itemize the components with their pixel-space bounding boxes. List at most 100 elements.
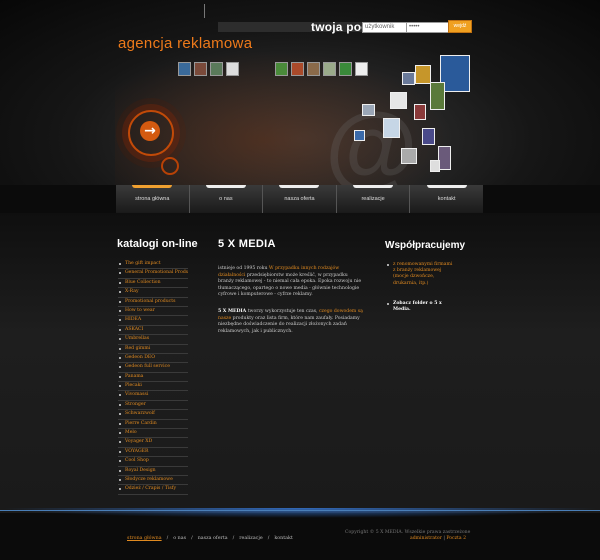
catalog-item[interactable]: Melo [118, 429, 188, 439]
header-banner: twoja poczta użytkownik ••••• wejdź agen… [0, 0, 600, 185]
thumbnail-strip-left [178, 62, 239, 76]
nav-item-contact[interactable]: kontakt [410, 185, 483, 218]
nav-label: strona główna [135, 196, 170, 202]
catalog-item[interactable]: How to wear [118, 307, 188, 317]
mail-link[interactable]: Poczta 2 [446, 536, 466, 541]
intro-paragraph: istnieje od 1995 roku W przypadku innych… [218, 266, 363, 299]
nav-indicator [205, 185, 246, 188]
catalog-item[interactable]: Gedeon full service [118, 363, 188, 373]
footer-nav-about[interactable]: o nas [173, 536, 186, 541]
catalog-item[interactable]: Voyager XD [118, 438, 188, 448]
brand-title: agencja reklamowa [118, 35, 253, 52]
catalog-item[interactable]: Gedeon DEO [118, 354, 188, 364]
footer-nav: strona główna / o nas / nasza oferta / r… [127, 536, 293, 541]
catalog-item[interactable]: The gift impact [118, 260, 188, 270]
photo-tile [383, 118, 400, 138]
photo-tile [415, 65, 431, 84]
thumbnail-image [355, 62, 368, 76]
footer-nav-contact[interactable]: kontakt [274, 536, 293, 541]
admin-link[interactable]: administrator [410, 536, 442, 541]
thumbnail-image [226, 62, 239, 76]
thumbnail-image [307, 62, 320, 76]
catalog-item[interactable]: Royal Design [118, 467, 188, 476]
login-input[interactable]: użytkownik [362, 22, 407, 33]
catalog-item[interactable]: Schwarzwolf [118, 410, 188, 420]
catalog-heading: katalogi on-line [117, 238, 198, 250]
footer-nav-offer[interactable]: nasza oferta [198, 536, 228, 541]
nav-indicator [279, 185, 320, 188]
thumbnail-image [339, 62, 352, 76]
content-area [0, 213, 600, 513]
footer-divider [0, 510, 600, 511]
footer-links: administrator | Poczta 2 [410, 536, 466, 541]
catalog-item[interactable]: Cool Shop [118, 457, 188, 467]
catalog-item[interactable]: Plecaki [118, 382, 188, 392]
experience-text-rest: produkty oraz lista firm, które nam zauf… [218, 315, 360, 334]
photo-tile [390, 92, 407, 109]
footer-separator: | [443, 536, 445, 541]
small-ring-graphic [161, 157, 179, 175]
partners-link[interactable]: z renomowanymi firmami z branży reklamow… [386, 262, 456, 287]
nav-label: o nas [219, 196, 233, 202]
footer-nav-sep: / [267, 536, 270, 541]
catalog-item[interactable]: HIDEA [118, 316, 188, 326]
catalog-item[interactable]: X-Ray [118, 288, 188, 298]
catalog-item[interactable]: Stronger [118, 401, 188, 411]
experience-paragraph: 5 X MEDIA tworzy wykorzystuje ten czas, … [218, 309, 363, 335]
thumbnail-image [178, 62, 191, 76]
photo-tile [430, 82, 445, 110]
photo-tile [422, 128, 435, 145]
catalog-item[interactable]: Umbrellas [118, 335, 188, 345]
catalog-item[interactable]: Pierre Cardin [118, 420, 188, 430]
footer-nav-sep: / [166, 536, 169, 541]
photo-tile [414, 104, 426, 120]
thumbnail-image [275, 62, 288, 76]
thumbnail-image [323, 62, 336, 76]
nav-label: realizacje [361, 196, 385, 202]
experience-text: tworzy wykorzystuje ten czas, [246, 309, 319, 314]
company-heading: 5 X MEDIA [218, 238, 276, 250]
photo-tile [354, 130, 365, 141]
header-marker [204, 4, 211, 18]
partners-heading: Współpracujemy [385, 240, 466, 251]
catalog-item[interactable]: Red gimmi [118, 345, 188, 354]
catalog-item[interactable]: General Promotional Products [118, 269, 188, 279]
nav-item-home[interactable]: strona główna [116, 185, 190, 218]
footer-nav-portfolio[interactable]: realizacje [239, 536, 262, 541]
main-nav: strona główna o nas nasza oferta realiza… [116, 185, 483, 218]
nav-label: kontakt [437, 196, 456, 202]
copyright-text: Copyright © 5 X MEDIA. Wszelkie prawa za… [345, 530, 471, 535]
catalog-item[interactable]: Odzież / Crapis / Tisfy [118, 485, 188, 495]
catalog-item[interactable]: Promotional products [118, 298, 188, 307]
catalog-item[interactable]: ASKACI [118, 326, 188, 336]
catalog-item[interactable]: Słodycze reklamowe [118, 476, 188, 486]
photo-tile [362, 104, 375, 116]
intro-text: istnieje od 1995 roku [218, 266, 269, 271]
nav-indicator [132, 185, 173, 188]
password-input[interactable]: ••••• [406, 22, 450, 33]
nav-item-about[interactable]: o nas [190, 185, 264, 218]
thumbnail-strip-right [275, 62, 368, 76]
thumbnail-image [210, 62, 223, 76]
footer-nav-sep: / [191, 536, 193, 541]
nav-label: nasza oferta [284, 196, 315, 202]
catalog-item[interactable]: Vivomassi [118, 391, 188, 401]
partners-list: z renomowanymi firmami z branży reklamow… [386, 262, 456, 327]
folder-link[interactable]: Zobacz folder o 5 x Media. [386, 301, 456, 313]
login-submit-button[interactable]: wejdź [448, 20, 472, 33]
catalog-item[interactable]: Panama [118, 373, 188, 383]
catalog-item[interactable]: VOYAGER [118, 448, 188, 458]
nav-item-portfolio[interactable]: realizacje [337, 185, 411, 218]
photo-tile [402, 72, 415, 85]
footer-nav-home[interactable]: strona główna [127, 536, 162, 541]
arrow-ring-graphic: → [128, 110, 174, 156]
photo-tile [430, 160, 440, 172]
catalog-item[interactable]: Blue Collection [118, 279, 188, 289]
thumbnail-image [194, 62, 207, 76]
photo-tile [401, 148, 417, 164]
arrow-right-icon: → [140, 121, 160, 141]
catalog-list: The gift impactGeneral Promotional Produ… [118, 260, 188, 495]
nav-item-offer[interactable]: nasza oferta [263, 185, 337, 218]
thumbnail-image [291, 62, 304, 76]
company-name: 5 X MEDIA [218, 309, 247, 314]
